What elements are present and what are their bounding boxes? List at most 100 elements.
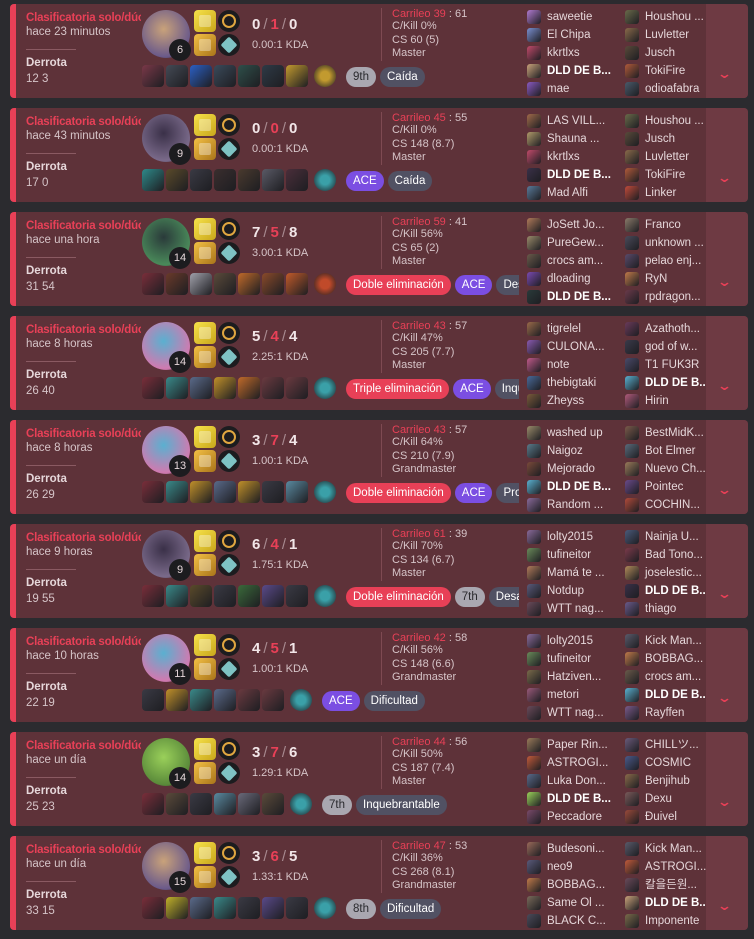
player-name[interactable]: Dexu bbox=[645, 790, 672, 808]
player-name[interactable]: tufineitor bbox=[547, 650, 591, 668]
player-name[interactable]: PureGew... bbox=[547, 234, 604, 252]
player-name[interactable]: El Chipa bbox=[547, 26, 590, 44]
item-icon[interactable] bbox=[166, 65, 188, 87]
player-name[interactable]: RyN bbox=[645, 270, 667, 288]
player-row[interactable]: kkrtlxs bbox=[527, 44, 619, 62]
player-row[interactable]: WTT nag... bbox=[527, 704, 619, 722]
player-name[interactable]: Houshou ... bbox=[645, 8, 704, 26]
keystone-rune-icon[interactable] bbox=[218, 114, 240, 136]
player-name[interactable]: LAS VILL... bbox=[547, 112, 605, 130]
player-name[interactable]: TokiFire bbox=[645, 62, 685, 80]
item-icon[interactable] bbox=[262, 377, 284, 399]
secondary-rune-icon[interactable] bbox=[218, 866, 240, 888]
player-row[interactable]: Azathoth... bbox=[625, 320, 717, 338]
player-name[interactable]: Houshou ... bbox=[645, 112, 704, 130]
player-name[interactable]: Hatziven... bbox=[547, 668, 601, 686]
player-name[interactable]: DLD DE B... bbox=[645, 686, 709, 704]
flash-spell-icon[interactable] bbox=[194, 218, 216, 240]
expand-button[interactable]: ⌄ bbox=[706, 108, 748, 202]
player-row[interactable]: BLACK C... bbox=[527, 912, 619, 930]
trinket-icon[interactable] bbox=[314, 273, 336, 295]
summoner-spell-icon[interactable] bbox=[194, 658, 216, 680]
expand-button[interactable]: ⌄ bbox=[706, 836, 748, 930]
item-icon[interactable] bbox=[238, 377, 260, 399]
secondary-rune-icon[interactable] bbox=[218, 346, 240, 368]
player-row[interactable]: TokiFire bbox=[625, 62, 717, 80]
item-icon[interactable] bbox=[286, 65, 308, 87]
player-row[interactable]: DLD DE B... bbox=[625, 686, 717, 704]
player-row[interactable]: DLD DE B... bbox=[527, 166, 619, 184]
player-row[interactable]: thebigtaki bbox=[527, 374, 619, 392]
item-icon[interactable] bbox=[166, 169, 188, 191]
player-row[interactable]: JoSett Jo... bbox=[527, 216, 619, 234]
player-name[interactable]: lolty2015 bbox=[547, 528, 593, 546]
player-name[interactable]: saweetie bbox=[547, 8, 592, 26]
item-icon[interactable] bbox=[286, 377, 308, 399]
item-icon[interactable] bbox=[262, 481, 284, 503]
player-row[interactable]: Jusch bbox=[625, 44, 717, 62]
player-row[interactable]: washed up bbox=[527, 424, 619, 442]
player-row[interactable]: saweetie bbox=[527, 8, 619, 26]
item-icon[interactable] bbox=[190, 377, 212, 399]
player-name[interactable]: washed up bbox=[547, 424, 603, 442]
player-name[interactable]: DLD DE B... bbox=[547, 166, 611, 184]
player-name[interactable]: lolty2015 bbox=[547, 632, 593, 650]
player-row[interactable]: Peccadore bbox=[527, 808, 619, 826]
item-icon[interactable] bbox=[142, 273, 164, 295]
player-row[interactable]: tufineitor bbox=[527, 650, 619, 668]
item-icon[interactable] bbox=[142, 65, 164, 87]
player-row[interactable]: Nainja U... bbox=[625, 528, 717, 546]
player-row[interactable]: DLD DE B... bbox=[625, 894, 717, 912]
player-row[interactable]: Kick Man... bbox=[625, 840, 717, 858]
player-row[interactable]: thiago bbox=[625, 600, 717, 618]
player-row[interactable]: Luvletter bbox=[625, 148, 717, 166]
player-name[interactable]: rpdragon... bbox=[645, 288, 701, 306]
player-name[interactable]: Budesoni... bbox=[547, 840, 605, 858]
player-row[interactable]: crocs am... bbox=[527, 252, 619, 270]
player-name[interactable]: tufineitor bbox=[547, 546, 591, 564]
item-icon[interactable] bbox=[214, 377, 236, 399]
item-icon[interactable] bbox=[214, 793, 236, 815]
item-icon[interactable] bbox=[166, 689, 188, 711]
player-row[interactable]: Houshou ... bbox=[625, 112, 717, 130]
player-name[interactable]: crocs am... bbox=[547, 252, 603, 270]
player-row[interactable]: lolty2015 bbox=[527, 632, 619, 650]
item-icon[interactable] bbox=[142, 897, 164, 919]
player-name[interactable]: JoSett Jo... bbox=[547, 216, 605, 234]
item-icon[interactable] bbox=[286, 897, 308, 919]
flash-spell-icon[interactable] bbox=[194, 634, 216, 656]
item-icon[interactable] bbox=[262, 585, 284, 607]
player-row[interactable]: Mad Alfi bbox=[527, 184, 619, 202]
item-icon[interactable] bbox=[238, 169, 260, 191]
item-icon[interactable] bbox=[262, 273, 284, 295]
player-row[interactable]: T1 FUK3R bbox=[625, 356, 717, 374]
secondary-rune-icon[interactable] bbox=[218, 450, 240, 472]
player-name[interactable]: Jusch bbox=[645, 44, 675, 62]
player-row[interactable]: Kick Man... bbox=[625, 632, 717, 650]
player-name[interactable]: god of w... bbox=[645, 338, 697, 356]
player-row[interactable]: note bbox=[527, 356, 619, 374]
player-row[interactable]: Franco bbox=[625, 216, 717, 234]
expand-button[interactable]: ⌄ bbox=[706, 732, 748, 826]
player-row[interactable]: BOBBAG... bbox=[527, 876, 619, 894]
item-icon[interactable] bbox=[214, 65, 236, 87]
player-name[interactable]: BOBBAG... bbox=[645, 650, 703, 668]
keystone-rune-icon[interactable] bbox=[218, 426, 240, 448]
item-icon[interactable] bbox=[214, 273, 236, 295]
item-icon[interactable] bbox=[166, 377, 188, 399]
player-name[interactable]: Mejorado bbox=[547, 460, 595, 478]
player-name[interactable]: Rayffen bbox=[645, 704, 684, 722]
player-name[interactable]: joselestic... bbox=[645, 564, 702, 582]
player-name[interactable]: DLD DE B... bbox=[547, 288, 611, 306]
player-row[interactable]: COCHIN... bbox=[625, 496, 717, 514]
player-row[interactable]: Bot Elmer bbox=[625, 442, 717, 460]
player-row[interactable]: Mejorado bbox=[527, 460, 619, 478]
player-name[interactable]: DLD DE B... bbox=[645, 582, 709, 600]
player-name[interactable]: Luka Don... bbox=[547, 772, 606, 790]
player-name[interactable]: kkrtlxs bbox=[547, 44, 580, 62]
player-row[interactable]: Jusch bbox=[625, 130, 717, 148]
player-row[interactable]: DLD DE B... bbox=[527, 62, 619, 80]
item-icon[interactable] bbox=[190, 481, 212, 503]
player-row[interactable]: Hatziven... bbox=[527, 668, 619, 686]
player-row[interactable]: Random ... bbox=[527, 496, 619, 514]
